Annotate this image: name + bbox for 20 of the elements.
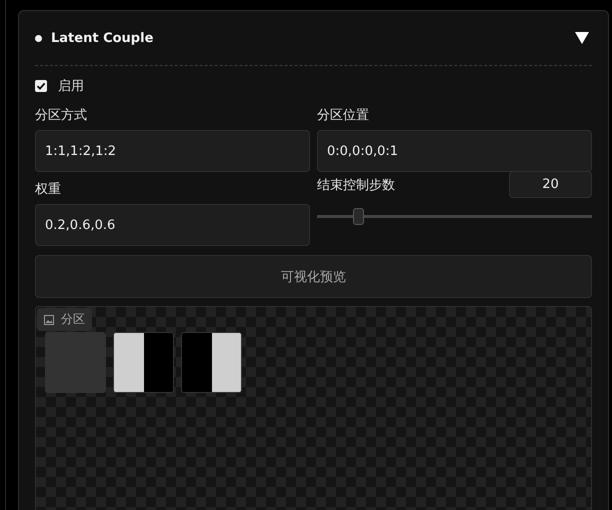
input-field[interactable]: 1:1,1:2,1:2 (35, 130, 310, 172)
badge-label: 分区 (61, 311, 85, 328)
mask-thumbnail[interactable] (113, 332, 174, 393)
enable-label: 启用 (58, 78, 84, 95)
mask-thumbnail[interactable] (45, 332, 106, 393)
number-field[interactable]: 20 (509, 171, 592, 198)
preview-button[interactable]: 可视化预览 (35, 255, 592, 298)
field-label: 分区位置 (317, 107, 370, 124)
collapse-toggle[interactable] (572, 32, 592, 44)
mask-thumbnail[interactable] (181, 332, 242, 393)
slider-thumb[interactable] (353, 208, 364, 225)
enable-checkbox[interactable] (35, 80, 47, 92)
input-field[interactable]: 0.2,0.6,0.6 (35, 204, 310, 246)
bullet-icon (35, 34, 42, 42)
input-field[interactable]: 0:0,0:0,0:1 (317, 130, 592, 172)
field-label: 权重 (35, 181, 62, 198)
image-icon (44, 314, 54, 324)
panel-title: Latent Couple (51, 30, 154, 46)
field-label: 分区方式 (35, 107, 88, 124)
slider-label: 结束控制步数 (317, 176, 395, 194)
